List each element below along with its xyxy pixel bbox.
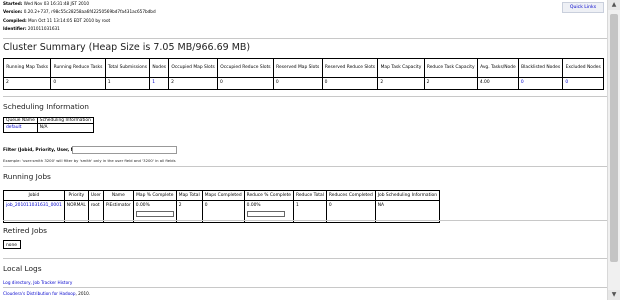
vertical-scrollbar[interactable]: ▲ ▼ [607,0,620,300]
column-header: Map % Complete [132,190,177,201]
column-header: Running Map Tasks [2,58,52,78]
scheduling-table: Queue Name Scheduling Information defaul… [3,117,94,133]
page: Started: Wed Nov 03 16:31:48 JST 2010 Ve… [0,0,608,300]
local-logs-title: Local Logs [3,264,42,273]
column-header: Name [102,190,134,201]
nodes-link[interactable]: 1 [152,80,155,85]
summary-cell: 0 [517,77,564,90]
excluded-nodes-link[interactable]: 0 [565,80,568,85]
column-header: Reduces Completed [325,190,376,201]
column-header: Nodes [149,58,170,78]
filter-input[interactable] [72,146,177,154]
job-link[interactable]: job_201011031631_0001 [6,203,62,208]
column-header: Occupied Map Slots [168,58,218,78]
summary-cell: 4.00 [476,77,519,90]
column-header: Avg. Tasks/Node [476,58,519,78]
table-row: 2 0 1 1 2 0 0 0 2 2 4.00 0 0 [2,77,604,90]
identifier-line: Identifier: 201011031631 [3,25,60,31]
column-header: Jobid [3,190,65,201]
divider [3,38,608,39]
summary-cell: 2 [2,77,52,90]
cluster-summary-title: Cluster Summary (Heap Size is 7.05 MB/96… [3,42,251,53]
table-header-row: Queue Name Scheduling Information [3,117,94,124]
scroll-up-arrow-icon[interactable]: ▲ [608,0,620,10]
quick-links-button[interactable]: Quick Links [562,2,604,13]
compiled-line: Compiled: Mon Oct 11 13:14:05 EDT 2010 b… [3,17,111,23]
column-header: Scheduling Information [36,117,94,124]
summary-cell: 1 [149,77,170,90]
log-directory-link[interactable]: Log directory, [3,280,33,285]
column-header: Reserved Map Slots [272,58,323,78]
summary-cell: 2 [377,77,425,90]
summary-cell: 0 [272,77,323,90]
column-header: Map Total [175,190,203,201]
divider [3,287,608,288]
table-header-row: Jobid Priority User Name Map % Complete Map T… [3,190,441,201]
summary-cell: 2 [423,77,478,90]
column-header: Occupied Reduce Slots [217,58,274,78]
job-tracker-history-link[interactable]: Job Tracker History [33,280,72,285]
filter-help-text: Example: 'user:smith 3200' will filter b… [3,158,176,163]
scheduling-title: Scheduling Information [3,102,89,111]
column-header: Reduce Task Capacity [423,58,478,78]
column-header: Running Reduce Tasks [50,58,106,78]
retired-jobs-title: Retired Jobs [3,226,48,235]
divider [3,258,608,259]
column-header: Reduce % Complete [243,190,295,201]
local-logs-line: Log directory, Job Tracker History [3,280,72,285]
divider [3,96,608,97]
summary-cell: 0 [562,77,604,90]
column-header: Priority [63,190,89,201]
started-line: Started: Wed Nov 03 16:31:48 JST 2010 [3,1,89,6]
reduce-progress-bar [246,211,285,217]
column-header: Maps Completed [201,190,245,201]
blacklisted-nodes-link[interactable]: 0 [521,80,524,85]
summary-cell: 1 [104,77,151,90]
map-progress-bar [135,211,174,217]
reduce-percent-text: 0.00% [246,203,261,208]
running-jobs-title: Running Jobs [3,172,51,181]
divider [3,220,608,221]
table-row: default N/A [3,123,94,133]
retired-jobs-none: none [3,240,21,249]
version-line: Version: 0.20.2+737, r98c55c28258aa6f422… [3,9,156,15]
scrollbar-thumb[interactable] [610,14,618,262]
queue-link[interactable]: default [6,125,21,130]
cluster-info: Started: Wed Nov 03 16:31:48 JST 2010 Ve… [3,0,156,33]
column-header: Total Submissions [104,58,151,78]
column-header: Excluded Nodes [562,58,604,78]
summary-cell: 0 [217,77,274,90]
scheduling-info-cell: N/A [36,123,94,133]
cdh-link[interactable]: Cloudera's Distribution for Hadoop [3,291,76,296]
column-header: User [87,190,104,201]
column-header: Job Scheduling Information [374,190,441,201]
scroll-down-arrow-icon[interactable]: ▼ [608,290,620,300]
map-percent-text: 0.00% [135,203,150,208]
summary-cell: 0 [321,77,379,90]
column-header: Map Task Capacity [377,58,425,78]
summary-cell: 0 [50,77,106,90]
queue-name-cell: default [3,123,38,133]
cluster-summary-table: Running Map Tasks Running Reduce Tasks Tot… [2,58,604,90]
column-header: Reserved Reduce Slots [321,58,379,78]
column-header: Reduce Total [293,190,327,201]
column-header: Blacklisted Nodes [517,58,564,78]
table-header-row: Running Map Tasks Running Reduce Tasks Tot… [2,58,604,78]
running-jobs-table: Jobid Priority User Name Map % Complete Map T… [3,190,441,223]
footer: Cloudera's Distribution for Hadoop, 2010… [3,291,91,296]
column-header: Queue Name [3,117,38,124]
divider [3,166,608,167]
summary-cell: 2 [168,77,218,90]
